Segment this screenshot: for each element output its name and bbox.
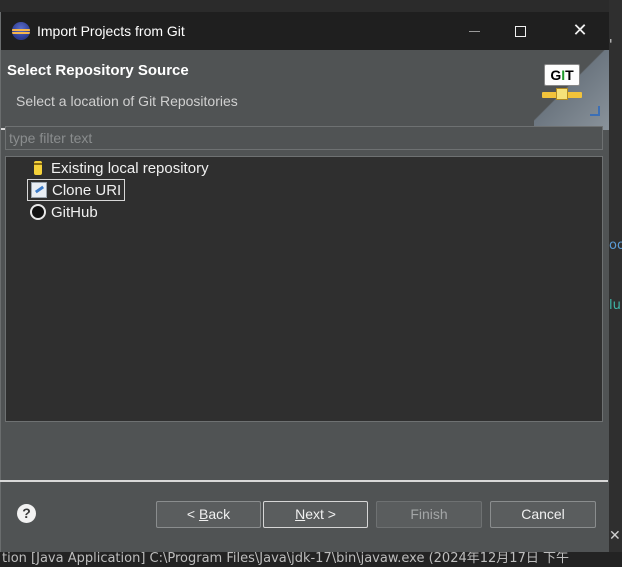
back-prefix: < — [186, 506, 199, 522]
minimize-button[interactable] — [451, 12, 497, 50]
git-node — [556, 88, 568, 100]
tree-item-label: Clone URI — [52, 181, 122, 199]
back-rest: ack — [208, 506, 231, 522]
cancel-button[interactable]: Cancel — [490, 501, 596, 528]
tree-item-label: Existing local repository — [51, 159, 209, 177]
next-rest: ext > — [305, 506, 336, 522]
background-text: oo — [609, 238, 622, 253]
window-title: Import Projects from Git — [37, 23, 185, 39]
tree-item-existing-local-repository[interactable]: Existing local repository — [27, 157, 212, 179]
background-editor — [609, 0, 622, 567]
git-logo-icon: GIT — [544, 64, 580, 86]
back-button[interactable]: < Back — [156, 501, 261, 528]
tree-item-label: GitHub — [51, 203, 98, 221]
repository-source-tree[interactable]: Existing local repository Clone URI GitH… — [5, 156, 603, 422]
finish-button[interactable]: Finish — [376, 501, 482, 528]
console-status-line: tion [Java Application] C:\Program Files… — [0, 552, 622, 567]
page-description: Select a location of Git Repositories — [16, 93, 238, 109]
wizard-banner: Select Repository Source Select a locati… — [1, 50, 609, 130]
banner-corner-icon — [590, 106, 600, 116]
minimize-icon — [468, 30, 480, 32]
eclipse-logo-icon — [12, 22, 30, 40]
clone-uri-icon — [31, 182, 47, 198]
background-close-icon[interactable]: ✕ — [609, 528, 622, 544]
close-button[interactable]: ✕ — [557, 12, 603, 50]
filter-input[interactable]: type filter text — [5, 126, 603, 150]
next-button[interactable]: Next > — [263, 501, 368, 528]
background-text: lu — [609, 298, 621, 313]
repository-icon — [30, 160, 46, 176]
tree-item-clone-uri[interactable]: Clone URI — [27, 179, 126, 201]
tree-item-github[interactable]: GitHub — [27, 201, 101, 223]
background-text: ' — [609, 38, 613, 53]
page-title: Select Repository Source — [7, 62, 189, 79]
git-banner-image: GIT — [534, 50, 609, 130]
footer-divider — [0, 480, 608, 482]
close-icon: ✕ — [572, 20, 588, 41]
help-icon[interactable]: ? — [17, 504, 36, 523]
maximize-icon — [514, 25, 526, 37]
back-mnemonic: B — [198, 506, 209, 522]
github-icon — [30, 204, 46, 220]
git-logo-letter: I — [561, 67, 566, 83]
title-bar[interactable]: Import Projects from Git ✕ — [1, 12, 609, 50]
next-mnemonic: N — [295, 506, 306, 522]
maximize-button[interactable] — [497, 12, 543, 50]
